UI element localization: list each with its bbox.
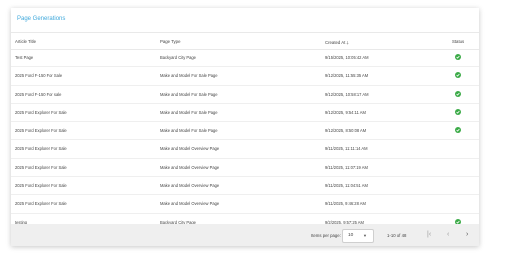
table-row[interactable]: Test Page Backyard City Page 9/15/2025, 10… — [11, 49, 479, 68]
items-per-page-label: Items per page: — [311, 233, 341, 238]
sort-descending-icon: 🡓 — [346, 39, 349, 45]
created-at-cell: 9/12/2025, 10:58:17 AM — [325, 91, 369, 97]
table-row[interactable]: 2025 Ford F-150 For sale Make and Model F… — [11, 86, 479, 104]
created-at-cell: 9/11/2025, 11:07:19 AM — [325, 164, 368, 170]
success-check-icon — [455, 127, 461, 134]
first-page-icon[interactable]: |‹ — [427, 231, 431, 239]
created-at-label: Created At — [325, 39, 346, 45]
table-body: Test Page Backyard City Page 9/15/2025, 10… — [11, 49, 479, 232]
table-row[interactable]: 2025 Ford Explorer For Sale Make and Mode… — [11, 122, 479, 141]
article-title-cell: 2025 Ford Explorer For Sale — [15, 109, 67, 115]
article-title-cell: 2025 Ford Explorer For Sale — [15, 128, 67, 134]
page-type-cell: Make and Model Overview Page — [160, 183, 220, 189]
article-title-cell: 2025 Ford Explorer For Sale — [15, 146, 67, 152]
page-generations-card: Page Generations Article Title Page Type… — [11, 8, 479, 246]
success-check-icon — [455, 72, 461, 79]
page-type-cell: Make and Model For Sale Page — [160, 73, 218, 79]
table-row[interactable]: 2025 Ford Explorer For Sale Make and Mode… — [11, 195, 479, 214]
page-type-cell: Make and Model For Sale Page — [160, 109, 218, 115]
success-check-icon — [455, 108, 461, 115]
created-at-cell: 9/11/2025, 11:11:14 AM — [325, 146, 368, 152]
items-per-page-select[interactable]: 10 ▼ — [342, 229, 374, 243]
table-row[interactable]: 2025 Ford Explorer For Sale Make and Mode… — [11, 159, 479, 178]
article-title-cell: 2025 Ford Explorer For Sale — [15, 164, 67, 170]
article-title-cell: 2025 Ford Explorer For Sale — [15, 183, 67, 189]
column-header-page-type[interactable]: Page Type — [160, 39, 180, 44]
table-row[interactable]: 2025 Ford Explorer For Sale Make and Mode… — [11, 177, 479, 196]
article-title-cell: 2025 Ford F-150 For Sale — [15, 73, 63, 79]
success-check-icon — [455, 54, 461, 60]
article-title-cell: 2025 Ford Explorer For Sale — [15, 201, 67, 207]
page-type-cell: Make and Model Overview Page — [160, 146, 220, 152]
page-type-cell: Backyard City Page — [160, 55, 196, 60]
pagination-bar: Items per page: 10 ▼ 1-10 of 48 |‹ ‹ › — [11, 224, 479, 246]
created-at-cell: 9/12/2025, 9:54:11 AM — [325, 109, 366, 115]
page-type-cell: Make and Model Overview Page — [160, 201, 220, 207]
article-title-cell: Test Page — [15, 55, 34, 60]
column-header-article-title[interactable]: Article Title — [15, 39, 36, 44]
article-title-cell: 2025 Ford F-150 For sale — [15, 91, 62, 97]
created-at-cell: 9/12/2025, 8:50:08 AM — [325, 128, 367, 134]
table-header: Article Title Page Type Created At🡓 Stat… — [11, 32, 479, 50]
page-type-cell: Make and Model For Sale Page — [160, 128, 218, 134]
dropdown-caret-icon: ▼ — [363, 233, 367, 238]
table-row[interactable]: 2025 Ford Explorer For Sale Make and Mode… — [11, 104, 479, 123]
created-at-cell: 9/12/2025, 11:55:35 AM — [325, 73, 369, 79]
table-row[interactable]: 2025 Ford Explorer For Sale Make and Mode… — [11, 140, 479, 159]
created-at-cell: 9/11/2025, 9:46:28 AM — [325, 201, 366, 207]
items-per-page-value: 10 — [348, 233, 354, 238]
created-at-cell: 9/15/2025, 10:05:42 AM — [325, 55, 369, 60]
column-header-status[interactable]: Status — [452, 39, 464, 44]
page-type-cell: Make and Model Overview Page — [160, 164, 220, 170]
card-title: Page Generations — [17, 16, 66, 22]
page-type-cell: Make and Model For Sale Page — [160, 91, 218, 97]
created-at-cell: 9/11/2025, 11:04:51 AM — [325, 183, 368, 189]
chevron-right-icon[interactable]: › — [466, 231, 468, 239]
success-check-icon — [455, 90, 461, 97]
pagination-range: 1-10 of 48 — [387, 233, 407, 238]
table-row[interactable]: 2025 Ford F-150 For Sale Make and Model F… — [11, 67, 479, 86]
chevron-left-icon[interactable]: ‹ — [447, 231, 449, 239]
column-header-created-at[interactable]: Created At🡓 — [325, 39, 349, 47]
